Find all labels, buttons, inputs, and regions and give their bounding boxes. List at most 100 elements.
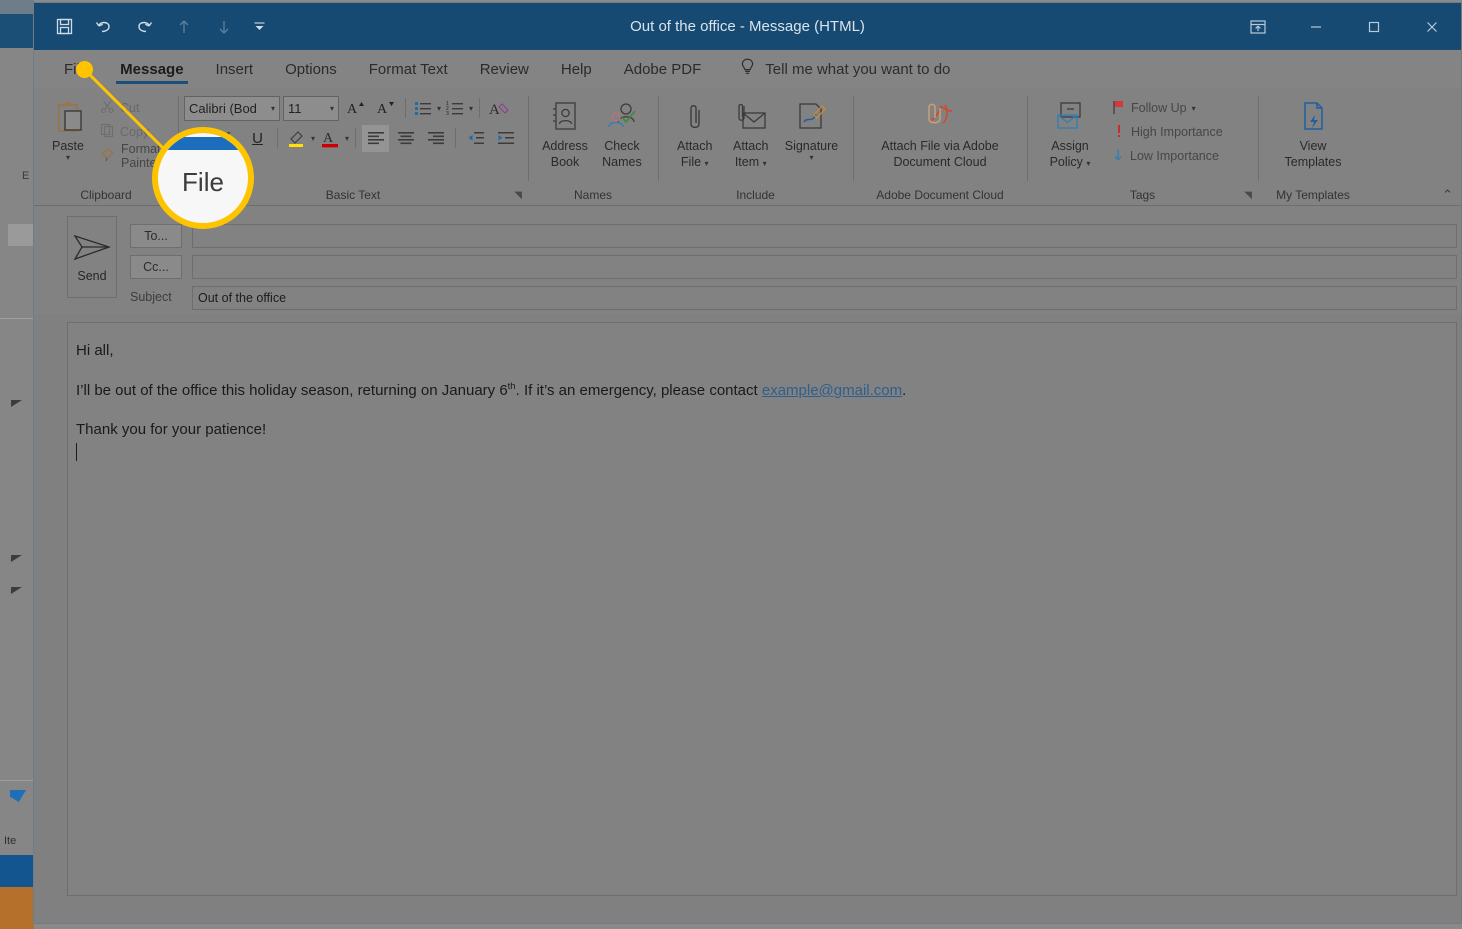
check-names-label-2: Names	[602, 155, 642, 170]
ribbon-display-options-icon[interactable]	[1229, 3, 1287, 50]
redo-icon[interactable]	[126, 12, 162, 42]
follow-up-caret[interactable]: ▾	[1192, 104, 1196, 113]
subject-input[interactable]: Out of the office	[192, 286, 1457, 310]
align-center-icon[interactable]	[392, 125, 419, 152]
align-right-icon[interactable]	[422, 125, 449, 152]
view-templates-label-2: Templates	[1284, 155, 1342, 170]
attach-file-adobe-button[interactable]: Attach File via Adobe Document Cloud	[860, 94, 1020, 173]
send-arrow-icon	[72, 232, 112, 267]
paperclip-icon	[682, 97, 708, 137]
address-book-label-2: Book	[550, 155, 580, 170]
highlight-icon[interactable]	[284, 125, 308, 152]
close-icon[interactable]	[1403, 3, 1461, 50]
svg-text:A: A	[377, 102, 388, 117]
ribbon-tabs: File Message Insert Options Format Text …	[34, 50, 1461, 88]
send-button[interactable]: Send	[67, 216, 117, 298]
signature-caret[interactable]: ▾	[809, 153, 813, 162]
next-item-icon	[206, 12, 242, 42]
background-taskbar	[0, 887, 34, 929]
ribbon-group-adobe-document-cloud: Attach File via Adobe Document Cloud Ado…	[853, 88, 1027, 205]
assign-policy-button[interactable]: Assign Policy ▾	[1033, 94, 1107, 173]
font-name-value: Calibri (Bod	[189, 100, 257, 116]
window-controls	[1229, 3, 1461, 50]
align-left-icon[interactable]	[362, 124, 390, 152]
ribbon-group-tags: Assign Policy ▾ Follow Up ▾ High Importa…	[1027, 88, 1258, 205]
message-body[interactable]: Hi all, I’ll be out of the office this h…	[67, 322, 1457, 896]
font-color-caret[interactable]: ▾	[345, 134, 349, 143]
subject-label: Subject	[130, 290, 172, 304]
body-ordinal-suffix: th	[507, 381, 516, 392]
minimize-icon[interactable]	[1287, 3, 1345, 50]
text-cursor	[76, 443, 77, 461]
background-selected-item	[8, 224, 34, 246]
attach-item-label-2: Item ▾	[734, 155, 767, 170]
font-name-caret[interactable]: ▾	[271, 104, 275, 113]
body-greeting: Hi all,	[76, 342, 114, 359]
tags-dialog-launcher[interactable]: ◥	[1244, 190, 1252, 201]
save-icon[interactable]	[46, 12, 82, 42]
undo-icon[interactable]	[86, 12, 122, 42]
attach-item-button[interactable]: Attach Item ▾	[723, 94, 779, 173]
underline-icon[interactable]: U	[244, 125, 271, 152]
attach-file-label-2: File ▾	[680, 155, 709, 170]
font-size-value: 11	[288, 100, 302, 116]
quick-access-toolbar	[34, 12, 272, 42]
flag-icon	[1111, 99, 1126, 118]
email-link[interactable]: example@gmail.com	[762, 382, 902, 399]
follow-up-button[interactable]: Follow Up ▾	[1107, 96, 1227, 120]
tab-adobe-pdf[interactable]: Adobe PDF	[608, 50, 718, 88]
tab-options[interactable]: Options	[269, 50, 353, 88]
paste-dropdown-caret[interactable]: ▾	[66, 153, 70, 162]
group-label-adobe: Adobe Document Cloud	[876, 188, 1004, 202]
high-importance-button[interactable]: High Importance	[1107, 120, 1227, 144]
attach-file-button[interactable]: Attach File ▾	[667, 94, 723, 173]
tell-me-search[interactable]: Tell me what you want to do	[739, 57, 950, 81]
collapse-ribbon-button[interactable]: ⌃	[1442, 187, 1453, 203]
shrink-font-icon[interactable]: A	[372, 95, 399, 122]
adobe-attach-icon	[918, 97, 962, 137]
address-book-label-1: Address	[542, 139, 588, 153]
to-button[interactable]: To...	[130, 224, 182, 248]
group-label-names: Names	[573, 188, 612, 202]
svg-text:A: A	[347, 102, 358, 117]
attach-file-label-1: Attach	[677, 139, 713, 153]
address-book-button[interactable]: Address Book	[536, 94, 594, 173]
low-importance-button[interactable]: Low Importance	[1107, 144, 1227, 168]
tab-format-text[interactable]: Format Text	[353, 50, 464, 88]
background-expander-icon	[11, 400, 22, 407]
high-importance-label: High Importance	[1131, 125, 1223, 139]
tab-insert[interactable]: Insert	[200, 50, 270, 88]
adobe-attach-label-2: Document Cloud	[893, 155, 987, 170]
font-name-input[interactable]: Calibri (Bod ▾	[184, 95, 280, 121]
numbering-icon[interactable]: 1 2 3	[444, 95, 466, 122]
font-size-caret[interactable]: ▾	[330, 104, 334, 113]
clear-formatting-icon[interactable]: A	[486, 95, 513, 122]
background-status-bar	[0, 855, 34, 887]
cc-button[interactable]: Cc...	[130, 255, 182, 279]
assign-policy-label-2: Policy ▾	[1049, 155, 1091, 170]
decrease-indent-icon[interactable]	[462, 125, 489, 152]
tab-help[interactable]: Help	[545, 50, 608, 88]
font-color-icon[interactable]: A	[318, 125, 342, 152]
customize-quick-access-icon[interactable]	[246, 12, 272, 42]
check-names-label-1: Check	[604, 139, 640, 153]
bullets-icon[interactable]	[412, 95, 434, 122]
increase-indent-icon[interactable]	[492, 125, 519, 152]
check-names-button[interactable]: Check Names	[594, 94, 650, 173]
numbering-caret[interactable]: ▾	[469, 104, 473, 113]
maximize-icon[interactable]	[1345, 3, 1403, 50]
tab-review[interactable]: Review	[464, 50, 545, 88]
cc-input[interactable]	[192, 255, 1457, 279]
svg-text:3: 3	[446, 111, 449, 116]
signature-button[interactable]: Signature ▾	[779, 94, 845, 166]
view-templates-button[interactable]: View Templates	[1268, 94, 1358, 173]
callout-anchor-dot	[76, 61, 93, 78]
font-size-input[interactable]: 11 ▾	[283, 95, 339, 121]
to-input[interactable]	[192, 224, 1457, 248]
highlight-caret[interactable]: ▾	[311, 134, 315, 143]
basic-text-dialog-launcher[interactable]: ◥	[514, 190, 522, 201]
background-divider	[0, 780, 34, 781]
bullets-caret[interactable]: ▾	[437, 104, 441, 113]
grow-font-icon[interactable]: A	[342, 95, 369, 122]
high-importance-icon	[1111, 123, 1126, 142]
